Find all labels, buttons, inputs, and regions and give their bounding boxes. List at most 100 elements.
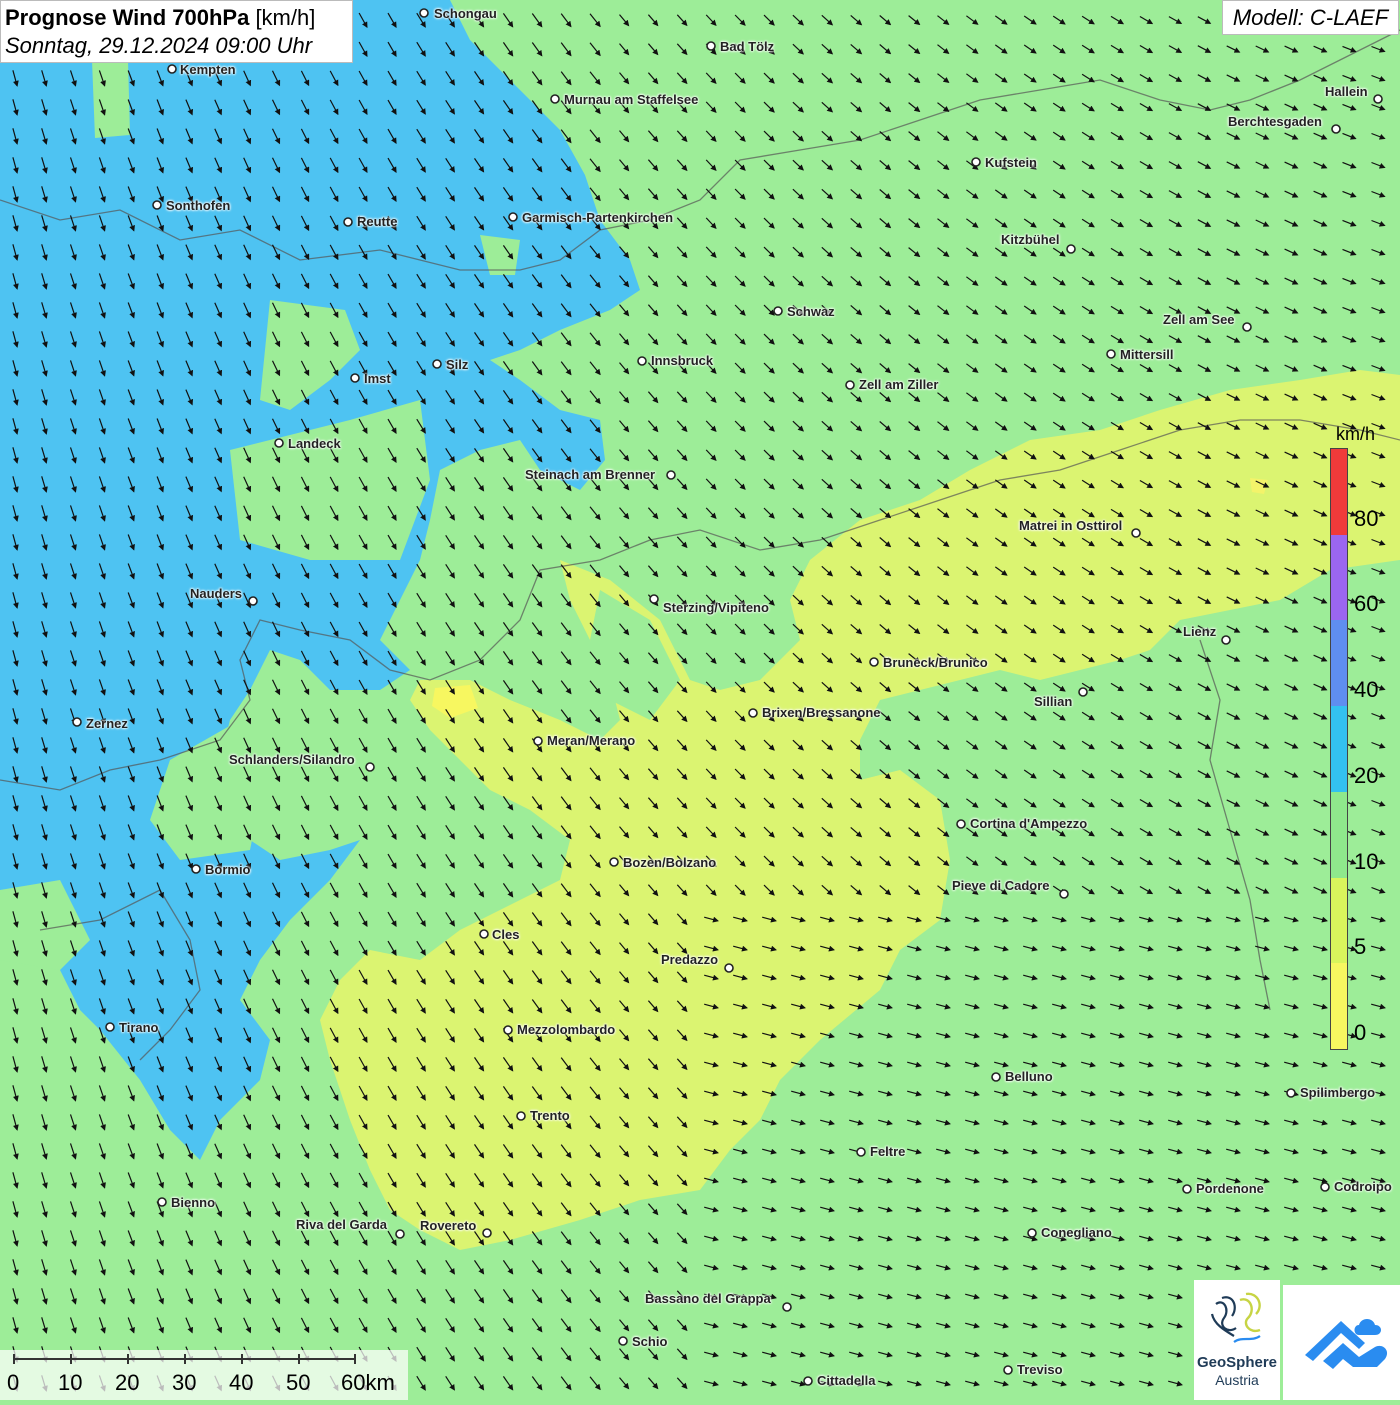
city-label: Landeck [288, 436, 341, 451]
city-label: Murnau am Staffelsee [564, 92, 699, 107]
city-label: Pieve di Cadore [952, 878, 1050, 893]
city-dot [869, 657, 879, 667]
forecast-datetime: Sonntag, 29.12.2024 09:00 Uhr [5, 33, 313, 58]
city-label: Mittersill [1120, 347, 1174, 362]
city-label: Bozen/Bolzano [623, 855, 717, 870]
city-label: Berchtesgaden [1228, 114, 1322, 129]
city-dot [971, 157, 981, 167]
geosphere-logo[interactable]: GeoSphere Austria [1194, 1280, 1280, 1400]
city-dot [1182, 1184, 1192, 1194]
legend-segment [1331, 791, 1347, 878]
city-dot [1242, 322, 1252, 332]
city-dot [432, 359, 442, 369]
city-label: Pordenone [1196, 1181, 1264, 1196]
city-dot [395, 1229, 405, 1239]
city-dot [803, 1376, 813, 1386]
legend-label: 5 [1354, 934, 1367, 960]
legend-segment [1331, 449, 1347, 535]
city-label: Riva del Garda [296, 1217, 388, 1232]
city-dot [1059, 889, 1069, 899]
legend-segment [1331, 877, 1347, 964]
city-dot [609, 857, 619, 867]
mountain-cloud-icon [1305, 1319, 1388, 1369]
city-dot [157, 1197, 167, 1207]
city-dot [773, 306, 783, 316]
city-label: Sillian [1034, 694, 1073, 709]
city-label: Spilimbergo [1300, 1085, 1376, 1100]
city-dot [782, 1302, 792, 1312]
city-label: Kitzbühel [1001, 232, 1060, 247]
city-dot [1221, 635, 1231, 645]
city-label: Zell am See [1163, 312, 1235, 327]
city-label: Zell am Ziller [859, 377, 939, 392]
city-dot [618, 1336, 628, 1346]
city-dot [550, 94, 560, 104]
city-dot [152, 200, 162, 210]
city-label: Bruneck/Brunico [883, 655, 988, 670]
scale-label: 0 [7, 1370, 20, 1395]
city-label: Schongau [434, 6, 497, 21]
legend-label: 40 [1354, 677, 1379, 703]
city-dot [343, 217, 353, 227]
city-label: Schlanders/Silandro [229, 752, 355, 767]
city-label: Bad Tölz [720, 39, 775, 54]
city-label: Bassano del Grappa [645, 1291, 771, 1306]
city-dot [1131, 528, 1141, 538]
city-label: Feltre [870, 1144, 906, 1159]
city-label: Kempten [180, 62, 236, 77]
scale-label: 10 [58, 1370, 83, 1395]
city-dot [991, 1072, 1001, 1082]
scale-label: 30 [172, 1370, 197, 1395]
geosphere-logo-subtext: Austria [1215, 1372, 1259, 1388]
legend-label: 80 [1354, 505, 1379, 531]
color-legend: km/h 0 5 10 20 40 60 80 [1322, 420, 1392, 1060]
city-dot [350, 373, 360, 383]
city-dot [365, 762, 375, 772]
city-dot [845, 380, 855, 390]
weather-app-logo[interactable] [1283, 1285, 1400, 1400]
city-dot [1066, 244, 1076, 254]
city-label: Cles [492, 927, 520, 942]
legend-segment [1331, 620, 1347, 707]
city-label: Cortina d'Ampezzo [970, 816, 1088, 831]
legend-colorbar [1330, 448, 1348, 1050]
city-dot [748, 708, 758, 718]
city-dot [72, 717, 82, 727]
city-label: Schwaz [787, 304, 835, 319]
city-label: Mezzolombardo [517, 1022, 616, 1037]
city-label: Garmisch-Partenkirchen [522, 210, 674, 225]
city-label: Zernez [86, 716, 128, 731]
city-dot [1331, 124, 1341, 134]
city-dot [724, 963, 734, 973]
wind-zone-10-20-island [92, 60, 130, 138]
city-label: Imst [364, 371, 391, 386]
city-label: Codroipo [1334, 1179, 1392, 1194]
city-dot [1078, 687, 1088, 697]
city-dot [167, 64, 177, 74]
legend-unit: km/h [1336, 424, 1376, 444]
city-dot [105, 1022, 115, 1032]
legend-segment [1331, 963, 1347, 1049]
city-label: Conegliano [1041, 1225, 1112, 1240]
city-dot [956, 819, 966, 829]
city-dot [1286, 1088, 1296, 1098]
scale-bar: 0 10 20 30 40 50 60km [0, 1350, 408, 1400]
model-label: Modell: C-LAEF [1222, 0, 1399, 35]
scale-label: 40 [229, 1370, 254, 1395]
city-label: Rovereto [420, 1218, 477, 1233]
city-label: Kufstein [985, 155, 1037, 170]
geosphere-emblem-icon [1210, 1292, 1261, 1343]
city-dot [706, 41, 716, 51]
legend-segment [1331, 534, 1347, 621]
city-label: Bienno [171, 1195, 216, 1210]
city-label: Schio [632, 1334, 668, 1349]
city-label: Lienz [1183, 624, 1217, 639]
city-label: Reutte [357, 214, 398, 229]
map-title: Prognose Wind 700hPa [km/h] [5, 5, 316, 30]
city-dot [503, 1025, 513, 1035]
city-dot [649, 594, 659, 604]
legend-label: 10 [1354, 848, 1379, 874]
city-label: Meran/Merano [547, 733, 636, 748]
scale-label: 60km [341, 1370, 395, 1395]
city-dot [508, 212, 518, 222]
